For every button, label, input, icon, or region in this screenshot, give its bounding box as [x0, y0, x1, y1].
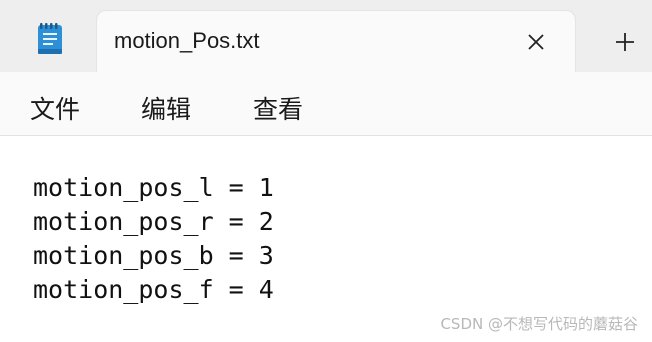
text-editor[interactable]: motion_pos_l = 1 motion_pos_r = 2 motion… — [0, 136, 652, 342]
menu-file[interactable]: 文件 — [30, 90, 80, 126]
tab-close-button[interactable] — [521, 27, 551, 57]
plus-icon — [616, 33, 634, 51]
editor-line: motion_pos_b = 3 — [33, 241, 274, 270]
menu-edit[interactable]: 编辑 — [141, 90, 191, 126]
notepad-icon — [38, 23, 62, 54]
title-bar: motion_Pos.txt — [0, 0, 652, 72]
menu-view[interactable]: 查看 — [253, 90, 303, 126]
new-tab-button[interactable] — [608, 25, 642, 59]
editor-line: motion_pos_l = 1 — [33, 173, 274, 202]
tab-motion-pos[interactable]: motion_Pos.txt — [96, 10, 576, 72]
editor-line: motion_pos_r = 2 — [33, 207, 274, 236]
menu-bar: 文件 编辑 查看 — [0, 72, 652, 136]
close-icon — [528, 34, 544, 50]
watermark: CSDN @不想写代码的蘑菇谷 — [440, 315, 638, 333]
editor-line: motion_pos_f = 4 — [33, 275, 274, 304]
tab-title: motion_Pos.txt — [114, 28, 260, 53]
